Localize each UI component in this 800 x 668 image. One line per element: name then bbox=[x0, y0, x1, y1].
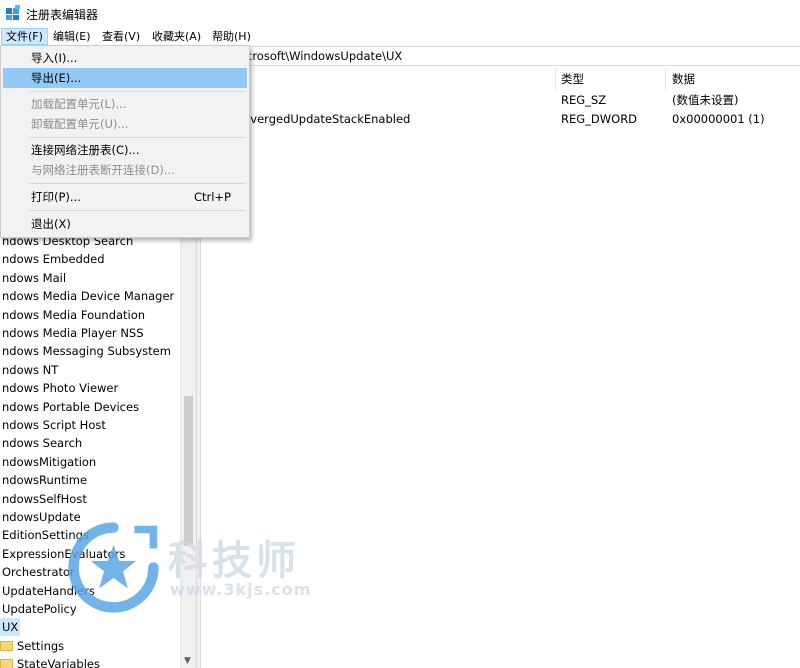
menu-separator bbox=[29, 210, 245, 211]
tree-item-label: ndows Search bbox=[2, 436, 83, 450]
column-separator[interactable] bbox=[555, 68, 556, 90]
tree-item[interactable]: ndows Messaging Subsystem bbox=[0, 342, 171, 360]
menu-item-load-hive[interactable]: 加载配置单元(L)... bbox=[3, 94, 247, 114]
folder-icon bbox=[0, 641, 13, 651]
menu-bar: 文件(F) 编辑(E) 查看(V) 收藏夹(A) 帮助(H) bbox=[0, 26, 800, 46]
menu-separator bbox=[29, 137, 245, 138]
tree-item-label: ndows Embedded bbox=[2, 252, 105, 266]
menu-view[interactable]: 查看(V) bbox=[97, 28, 145, 45]
tree-item[interactable]: ndows Script Host bbox=[0, 416, 106, 434]
tree-item-label: ndowsMitigation bbox=[2, 455, 97, 469]
tree-item[interactable]: ndowsRuntime bbox=[0, 471, 87, 489]
watermark-url: www.3kjs.com bbox=[170, 580, 312, 599]
menu-item-label: 连接网络注册表(C)... bbox=[31, 143, 140, 157]
value-type: REG_SZ bbox=[561, 93, 607, 107]
tree-item-label: Settings bbox=[17, 639, 65, 653]
menu-file[interactable]: 文件(F) bbox=[1, 28, 48, 45]
tree-item-label: ndows Script Host bbox=[2, 418, 106, 432]
tree-item[interactable]: ndows Embedded bbox=[0, 250, 105, 268]
watermark-text: 科技师 bbox=[168, 538, 300, 584]
menu-edit[interactable]: 编辑(E) bbox=[48, 28, 96, 45]
menu-favorites[interactable]: 收藏夹(A) bbox=[147, 28, 206, 45]
menu-item-label: 退出(X) bbox=[31, 217, 71, 231]
value-data: (数值未设置) bbox=[672, 93, 739, 107]
tree-item[interactable]: ndows Portable Devices bbox=[0, 398, 139, 416]
menu-item-print[interactable]: 打印(P)... Ctrl+P bbox=[3, 187, 247, 207]
menu-item-label: 打印(P)... bbox=[31, 190, 81, 204]
value-name: nvergedUpdateStackEnabled bbox=[243, 112, 411, 126]
scroll-down-arrow-icon[interactable]: ▼ bbox=[184, 656, 191, 666]
tree-item-label: ndows Media Foundation bbox=[2, 308, 146, 322]
column-header-type[interactable]: 类型 bbox=[561, 70, 584, 88]
tree-item[interactable]: ndowsSelfHost bbox=[0, 490, 87, 508]
menu-item-import[interactable]: 导入(I)... bbox=[3, 48, 247, 68]
value-type: REG_DWORD bbox=[561, 112, 638, 126]
address-path[interactable]: crosoft\WindowsUpdate\UX bbox=[246, 49, 402, 63]
tree-item[interactable]: ndows Search bbox=[0, 434, 82, 452]
tree-item[interactable]: ndows Media Foundation bbox=[0, 306, 145, 324]
menu-item-exit[interactable]: 退出(X) bbox=[3, 214, 247, 234]
watermark-logo-icon bbox=[68, 522, 159, 613]
menu-help[interactable]: 帮助(H) bbox=[207, 28, 256, 45]
tree-item[interactable]: Orchestrator bbox=[0, 563, 75, 581]
menu-item-export[interactable]: 导出(E)... bbox=[3, 68, 247, 88]
tree-item-label: StateVariables bbox=[17, 657, 100, 668]
file-menu-dropdown: 导入(I)... 导出(E)... 加载配置单元(L)... 卸载配置单元(U)… bbox=[0, 45, 250, 238]
tree-item-label: ndows NT bbox=[2, 363, 59, 377]
menu-item-label: 加载配置单元(L)... bbox=[31, 97, 127, 111]
menu-item-label: 导入(I)... bbox=[31, 51, 78, 65]
menu-separator bbox=[29, 183, 245, 184]
watermark: 科技师 www.3kjs.com bbox=[66, 520, 336, 615]
tree-item-label: Orchestrator bbox=[2, 565, 75, 579]
tree-item-label: ndowsRuntime bbox=[2, 473, 88, 487]
menu-item-shortcut: Ctrl+P bbox=[193, 190, 231, 204]
menu-item-label: 导出(E)... bbox=[31, 71, 82, 85]
folder-icon bbox=[0, 659, 13, 668]
tree-item[interactable]: ndows Media Device Manager bbox=[0, 287, 174, 305]
tree-item-label: ndows Mail bbox=[2, 271, 67, 285]
value-data: 0x00000001 (1) bbox=[672, 112, 765, 126]
tree-item[interactable]: StateVariables bbox=[0, 655, 100, 668]
tree-item-selected[interactable]: UX bbox=[0, 618, 20, 636]
menu-separator bbox=[29, 91, 245, 92]
tree-item-label: UX bbox=[2, 620, 19, 634]
menu-item-label: 卸载配置单元(U)... bbox=[31, 117, 129, 131]
menu-item-disconnect-network[interactable]: 与网络注册表断开连接(D)... bbox=[3, 160, 247, 180]
tree-item[interactable]: Settings bbox=[0, 637, 64, 655]
tree-item[interactable]: ndows Mail bbox=[0, 269, 66, 287]
tree-item-label: ndowsSelfHost bbox=[2, 492, 87, 506]
tree-item[interactable]: ndows Photo Viewer bbox=[0, 379, 118, 397]
tree-item-label: ndows Media Device Manager bbox=[2, 289, 175, 303]
menu-item-connect-network[interactable]: 连接网络注册表(C)... bbox=[3, 140, 247, 160]
title-bar: 注册表编辑器 bbox=[0, 0, 800, 26]
tree-item-label: ndows Messaging Subsystem bbox=[2, 344, 171, 358]
menu-item-label: 与网络注册表断开连接(D)... bbox=[31, 163, 175, 177]
tree-item-label: ndows Photo Viewer bbox=[2, 381, 119, 395]
tree-item[interactable]: ndows NT bbox=[0, 361, 58, 379]
registry-editor-icon bbox=[6, 5, 20, 20]
tree-item[interactable]: ndows Media Player NSS bbox=[0, 324, 144, 342]
tree-item[interactable]: ndowsMitigation bbox=[0, 453, 96, 471]
tree-item-label: ndows Portable Devices bbox=[2, 400, 140, 414]
menu-item-unload-hive[interactable]: 卸载配置单元(U)... bbox=[3, 114, 247, 134]
tree-item-label: ndows Media Player NSS bbox=[2, 326, 144, 340]
window-title: 注册表编辑器 bbox=[26, 8, 99, 22]
column-header-data[interactable]: 数据 bbox=[672, 70, 695, 88]
column-separator[interactable] bbox=[665, 68, 666, 90]
